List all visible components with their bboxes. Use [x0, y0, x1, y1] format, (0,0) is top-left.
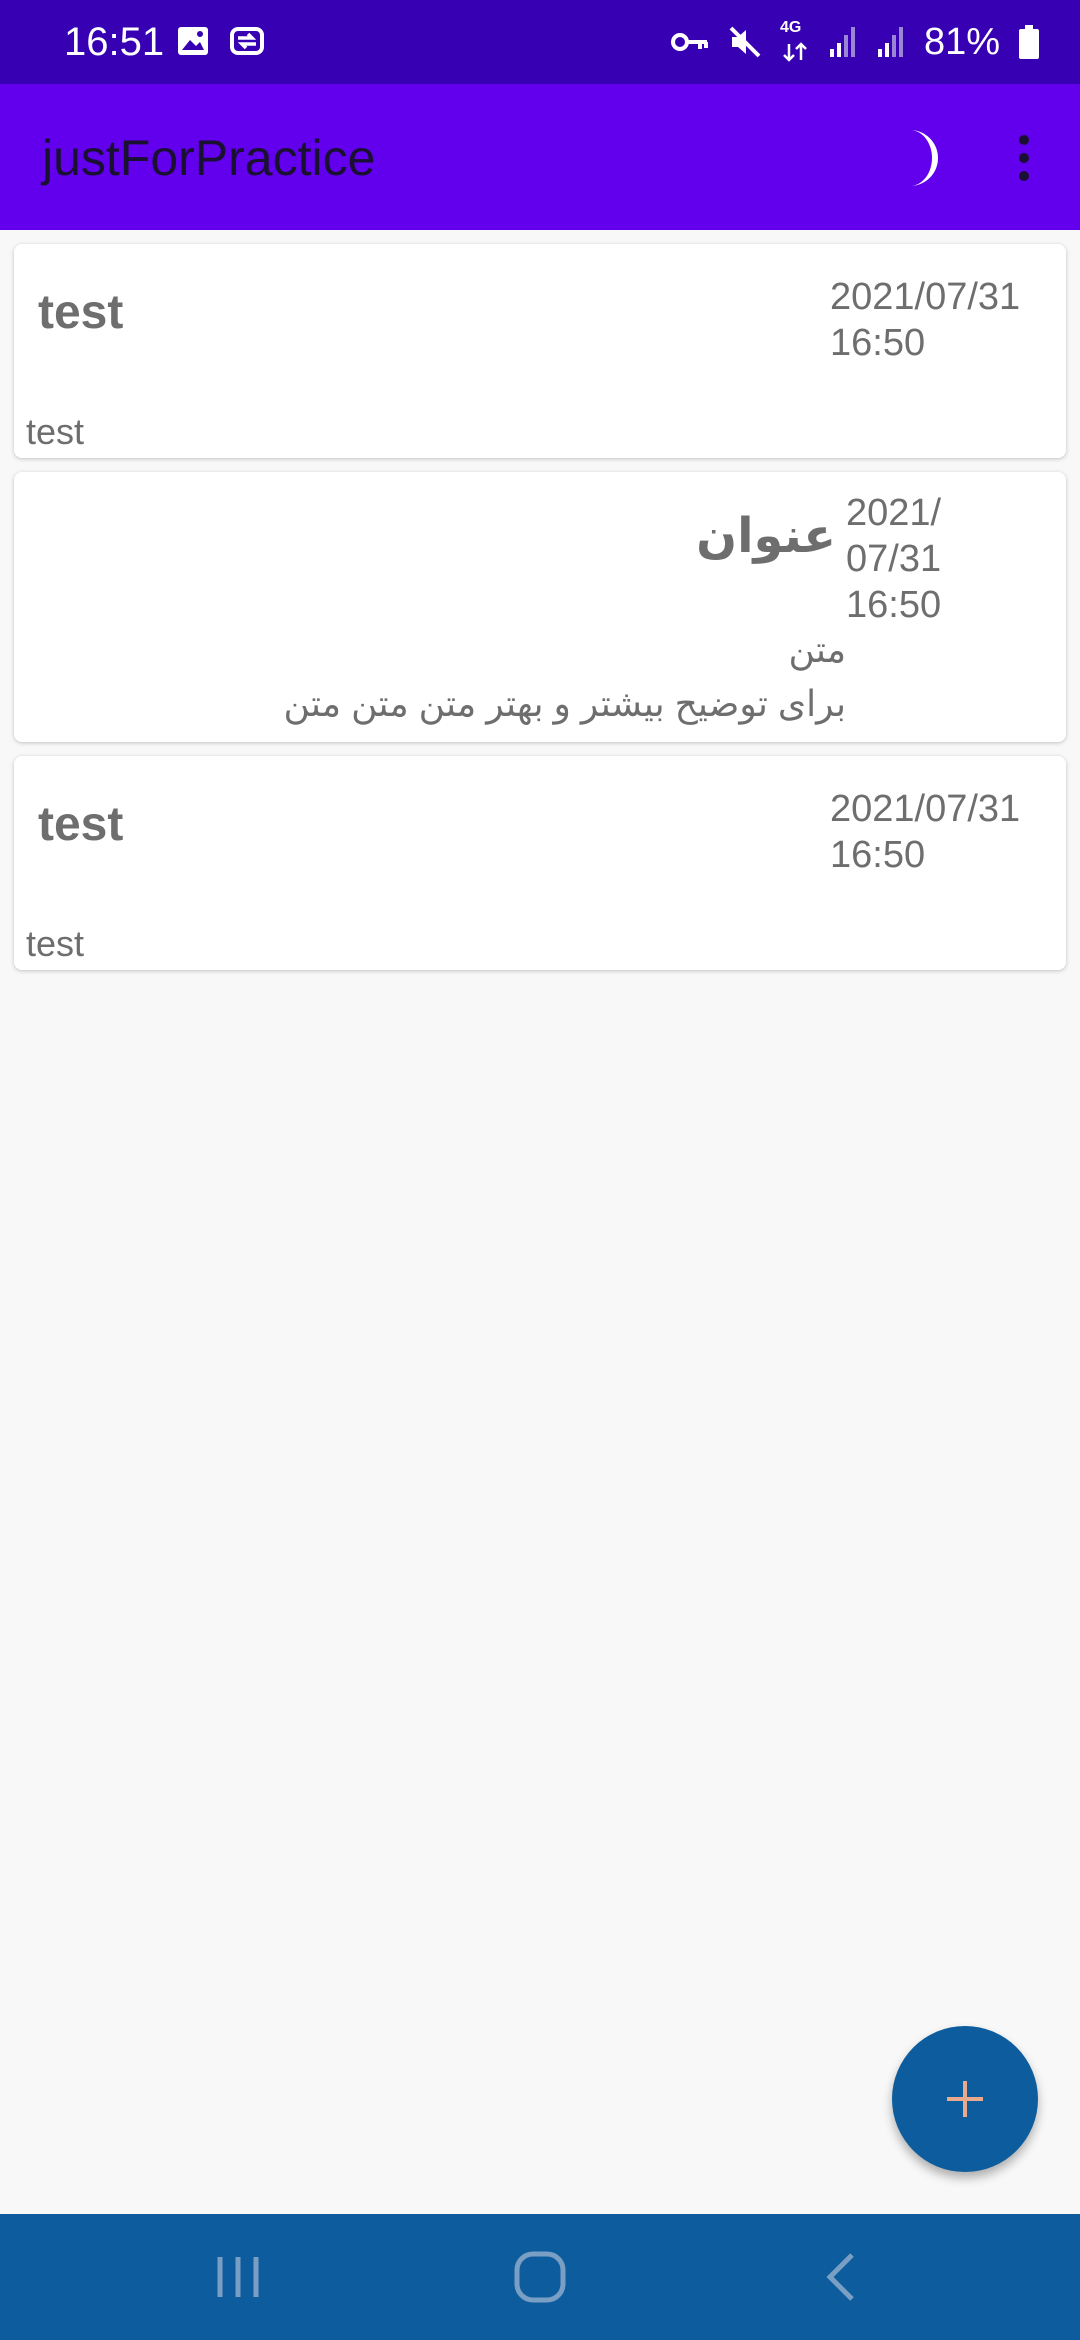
- note-card[interactable]: test 2021/07/31 16:50 test: [14, 244, 1066, 458]
- status-time: 16:51: [64, 20, 165, 64]
- battery-percent: 81%: [923, 21, 1000, 63]
- home-button[interactable]: [510, 2247, 570, 2307]
- note-card[interactable]: test 2021/07/31 16:50 test: [14, 756, 1066, 970]
- note-title: test: [38, 286, 124, 339]
- battery-icon: [1018, 24, 1040, 60]
- home-icon: [510, 2251, 570, 2311]
- navigation-bar: [0, 2214, 1080, 2340]
- note-body: test: [26, 923, 85, 964]
- note-title: test: [38, 798, 124, 851]
- note-title: عنوان: [696, 510, 836, 563]
- back-button[interactable]: [812, 2247, 872, 2307]
- more-vert-icon: [1000, 135, 1048, 198]
- recent-apps-icon: [208, 2257, 268, 2311]
- moon-icon: [880, 130, 952, 198]
- note-date: 2021/07/31 16:50: [830, 788, 1021, 876]
- add-note-button[interactable]: [892, 2026, 1038, 2172]
- image-icon: [176, 24, 210, 63]
- key-icon: [670, 27, 710, 57]
- note-body-line2: برای توضیح بیشتر و بهتر متن متن متن: [283, 683, 846, 724]
- network-4g-icon: 4G: [780, 19, 810, 62]
- status-bar: 16:51 4G 81%: [0, 0, 1080, 84]
- note-card[interactable]: عنوان 2021/ 07/31 16:50 متن برای توضیح ب…: [14, 472, 1066, 742]
- recent-apps-button[interactable]: [208, 2247, 268, 2307]
- status-notification-icons: [176, 24, 266, 63]
- note-date: 2021/07/31 16:50: [830, 276, 1021, 364]
- back-icon: [812, 2253, 872, 2311]
- mute-icon: [728, 25, 762, 59]
- theme-toggle-button[interactable]: [880, 122, 952, 194]
- cast-icon: [228, 24, 266, 63]
- app-title: justForPractice: [42, 130, 376, 186]
- network-label: 4G: [779, 19, 802, 36]
- signal-icon: [876, 25, 906, 59]
- status-system-icons: 4G 81%: [670, 16, 1040, 68]
- note-body-line1: متن: [788, 629, 846, 670]
- more-options-button[interactable]: [1000, 122, 1048, 194]
- signal-icon: [828, 25, 858, 59]
- note-body: test: [26, 411, 85, 452]
- note-date: 2021/ 07/31 16:50: [846, 492, 942, 626]
- app-bar: justForPractice: [0, 84, 1080, 230]
